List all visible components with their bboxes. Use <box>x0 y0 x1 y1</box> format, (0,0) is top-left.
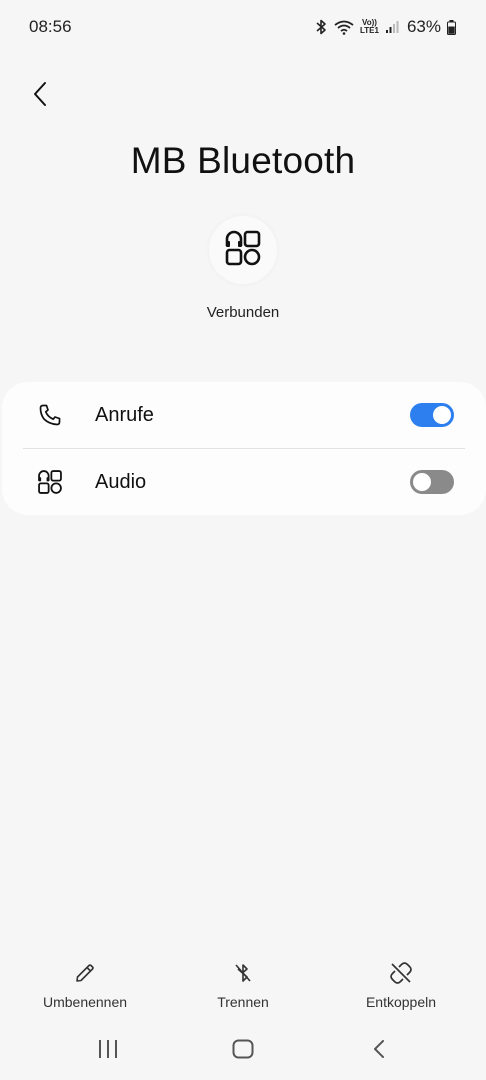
settings-row-label: Audio <box>95 470 147 493</box>
home-icon <box>232 1039 254 1064</box>
calls-toggle[interactable] <box>410 403 454 427</box>
device-icon <box>209 216 277 284</box>
rename-label: Umbenennen <box>42 994 128 1010</box>
signal-icon <box>385 20 399 34</box>
bluetooth-icon <box>314 19 328 35</box>
unlink-icon <box>388 960 414 986</box>
wifi-icon <box>334 19 354 35</box>
chevron-left-icon <box>32 81 48 112</box>
volte-bottom-label: LTE1 <box>360 26 379 35</box>
connection-status: Verbunden <box>206 304 280 321</box>
unpair-button[interactable]: Entkoppeln <box>364 960 438 1010</box>
status-time: 08:56 <box>29 17 72 36</box>
volte-indicator: Vo)) LTE1 <box>360 19 379 35</box>
profile-settings-card: Anrufe Audio <box>2 382 486 515</box>
audio-toggle[interactable] <box>410 470 454 494</box>
disconnect-label: Trennen <box>217 994 269 1010</box>
recents-button[interactable] <box>78 1028 138 1074</box>
bluetooth-off-icon <box>230 960 256 986</box>
battery-icon <box>447 19 456 35</box>
phone-icon <box>36 401 64 429</box>
page-title: MB Bluetooth <box>130 140 356 181</box>
toggle-knob <box>411 471 433 493</box>
unpair-label: Entkoppeln <box>365 994 437 1010</box>
settings-row-audio[interactable]: Audio <box>2 449 486 515</box>
settings-row-calls[interactable]: Anrufe <box>2 382 486 448</box>
nav-back-button[interactable] <box>349 1028 409 1074</box>
recents-icon <box>98 1039 118 1063</box>
status-icons: Vo)) LTE1 63% <box>314 17 456 37</box>
battery-percent: 63% <box>406 17 441 36</box>
disconnect-button[interactable]: Trennen <box>213 960 273 1010</box>
toggle-knob <box>431 404 453 426</box>
pencil-icon <box>72 960 98 986</box>
headphones-apps-icon <box>36 468 64 496</box>
system-nav-bar <box>0 1028 486 1074</box>
back-button[interactable] <box>22 78 58 114</box>
settings-row-label: Anrufe <box>95 403 154 426</box>
headphones-apps-icon <box>224 229 262 272</box>
bottom-action-bar: Umbenennen Trennen Entkoppeln <box>0 960 486 1016</box>
chevron-left-icon <box>373 1039 385 1063</box>
home-button[interactable] <box>213 1028 273 1074</box>
rename-button[interactable]: Umbenennen <box>42 960 128 1010</box>
status-bar: 08:56 Vo)) LTE1 63% <box>0 0 486 54</box>
